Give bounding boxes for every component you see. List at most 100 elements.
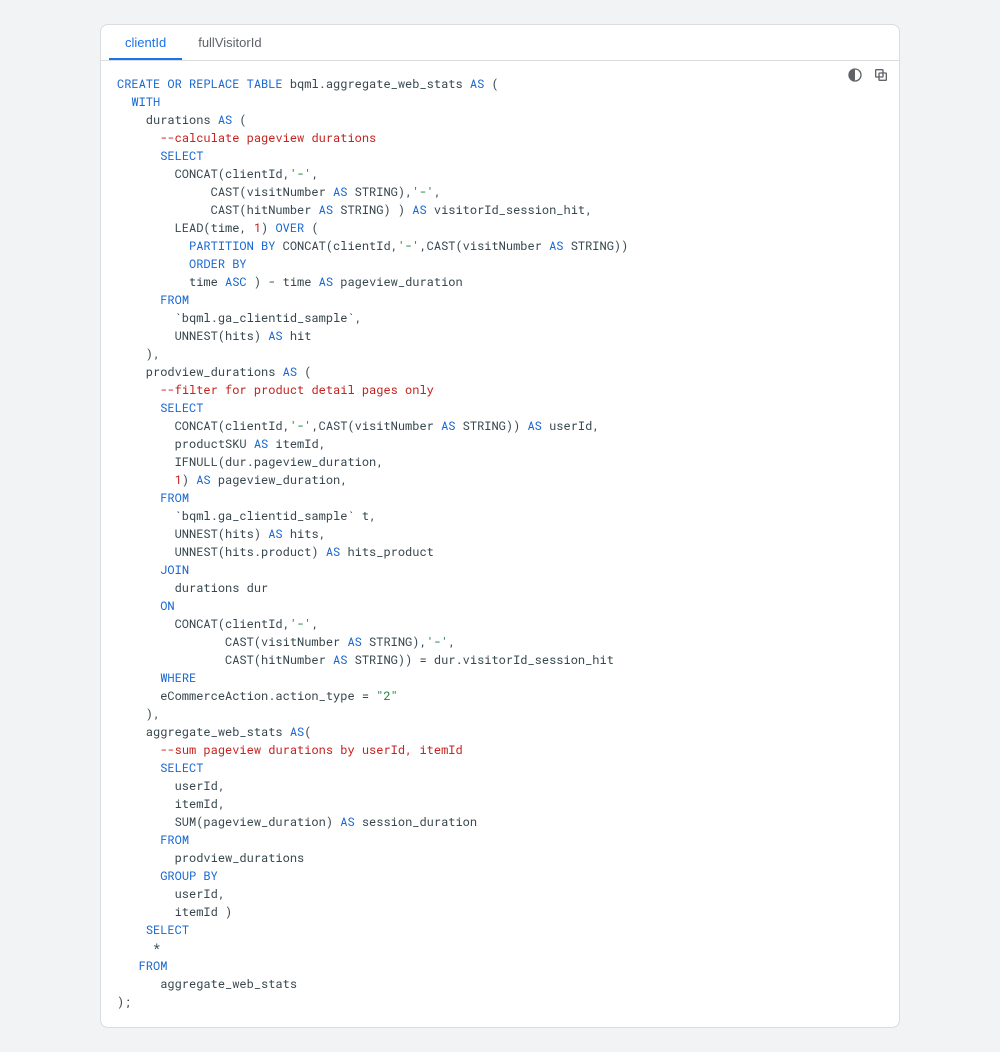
code-token: bqml.aggregate_web_stats [283,76,470,92]
code-token: CONCAT(clientId, [117,616,290,632]
code-token: AS [326,544,340,560]
code-token: hit [283,328,312,344]
code-token: AS [268,328,282,344]
code-token: , [311,166,318,182]
code-token: itemId ) [117,904,232,920]
tab-bar: clientId fullVisitorId [101,25,899,61]
code-token: CREATE OR REPLACE [117,76,239,92]
code-token: AS [283,364,297,380]
code-string: '-' [290,166,312,182]
code-token: ( [304,724,311,740]
code-token: WITH [131,94,160,110]
code-token: AS [319,274,333,290]
code-token: FROM [160,292,189,308]
code-token: STRING)) [455,418,527,434]
code-token: AS [290,724,304,740]
code-card: clientId fullVisitorId CREATE OR REPLACE… [100,24,900,1028]
code-token: ), [117,346,160,362]
code-token: WHERE [160,670,196,686]
code-token: visitorId_session_hit, [427,202,593,218]
code-token: CAST(visitNumber [117,184,333,200]
code-string: '-' [290,616,312,632]
code-token [117,148,160,164]
code-token: durations [117,112,218,128]
code-token [117,400,160,416]
code-token: CAST(hitNumber [117,652,333,668]
code-token: , [434,184,441,200]
code-token [117,490,160,506]
code-token: SELECT [160,400,203,416]
code-token [117,256,189,272]
code-token: STRING) ) [333,202,412,218]
code-token: AS [470,76,484,92]
code-token: AS [333,184,347,200]
code-token: pageview_duration, [211,472,348,488]
code-token [117,868,160,884]
code-token: AS [268,526,282,542]
code-token: ) - time [247,274,319,290]
theme-toggle-button[interactable] [845,67,865,87]
code-token: UNNEST(hits.product) [117,544,326,560]
code-token: CONCAT(clientId, [117,166,290,182]
code-token: UNNEST(hits) [117,328,268,344]
code-token: AS [196,472,210,488]
code-token: ( [232,112,246,128]
code-token: ,CAST(visitNumber [311,418,441,434]
code-token: SELECT [146,922,189,938]
code-token [117,238,189,254]
code-token: time [117,274,225,290]
code-string: '-' [398,238,420,254]
code-token: CAST(hitNumber [117,202,319,218]
code-token: , [311,616,318,632]
code-token: SUM(pageview_duration) [117,814,340,830]
code-number: 1 [175,472,182,488]
code-token [117,598,160,614]
code-token: ); [117,994,131,1010]
contrast-icon [847,67,863,88]
code-token: STRING)) = dur.visitorId_session_hit [347,652,613,668]
code-token: userId, [542,418,600,434]
code-token: aggregate_web_stats [117,976,297,992]
code-token: SELECT [160,148,203,164]
code-token: AS [441,418,455,434]
code-token: session_duration [355,814,477,830]
code-token: STRING), [347,184,412,200]
sql-code-block[interactable]: CREATE OR REPLACE TABLE bqml.aggregate_w… [101,61,899,1027]
code-token: ( [297,364,311,380]
code-token: itemId, [268,436,326,452]
code-token: JOIN [160,562,189,578]
code-token: userId, [117,778,225,794]
code-token: STRING), [362,634,427,650]
code-token: PARTITION BY [189,238,275,254]
code-token: LEAD(time, [117,220,254,236]
code-token: AS [218,112,232,128]
code-token [117,958,139,974]
code-token: FROM [139,958,168,974]
code-token: FROM [160,490,189,506]
code-token [117,922,146,938]
code-comment: --sum pageview durations by userId, item… [160,742,462,758]
code-token: ,CAST(visitNumber [419,238,549,254]
code-token: prodview_durations [117,850,304,866]
code-token: ) [261,220,275,236]
code-token [117,760,160,776]
code-token: ) [182,472,196,488]
code-token: itemId, [117,796,225,812]
code-token: prodview_durations [117,364,283,380]
code-token: `bqml.ga_clientid_sample` t, [117,508,376,524]
code-token: AS [340,814,354,830]
code-token: OVER [275,220,304,236]
code-token: hits_product [340,544,434,560]
code-token: productSKU [117,436,254,452]
copy-button[interactable] [871,67,891,87]
code-token: TABLE [239,76,282,92]
code-token: AS [333,652,347,668]
code-token: AS [549,238,563,254]
code-token: ASC [225,274,247,290]
code-token: ON [160,598,174,614]
code-token [117,670,160,686]
code-token [117,382,160,398]
code-token: FROM [160,832,189,848]
tab-clientid[interactable]: clientId [109,25,182,60]
tab-fullvisitorid[interactable]: fullVisitorId [182,25,277,60]
